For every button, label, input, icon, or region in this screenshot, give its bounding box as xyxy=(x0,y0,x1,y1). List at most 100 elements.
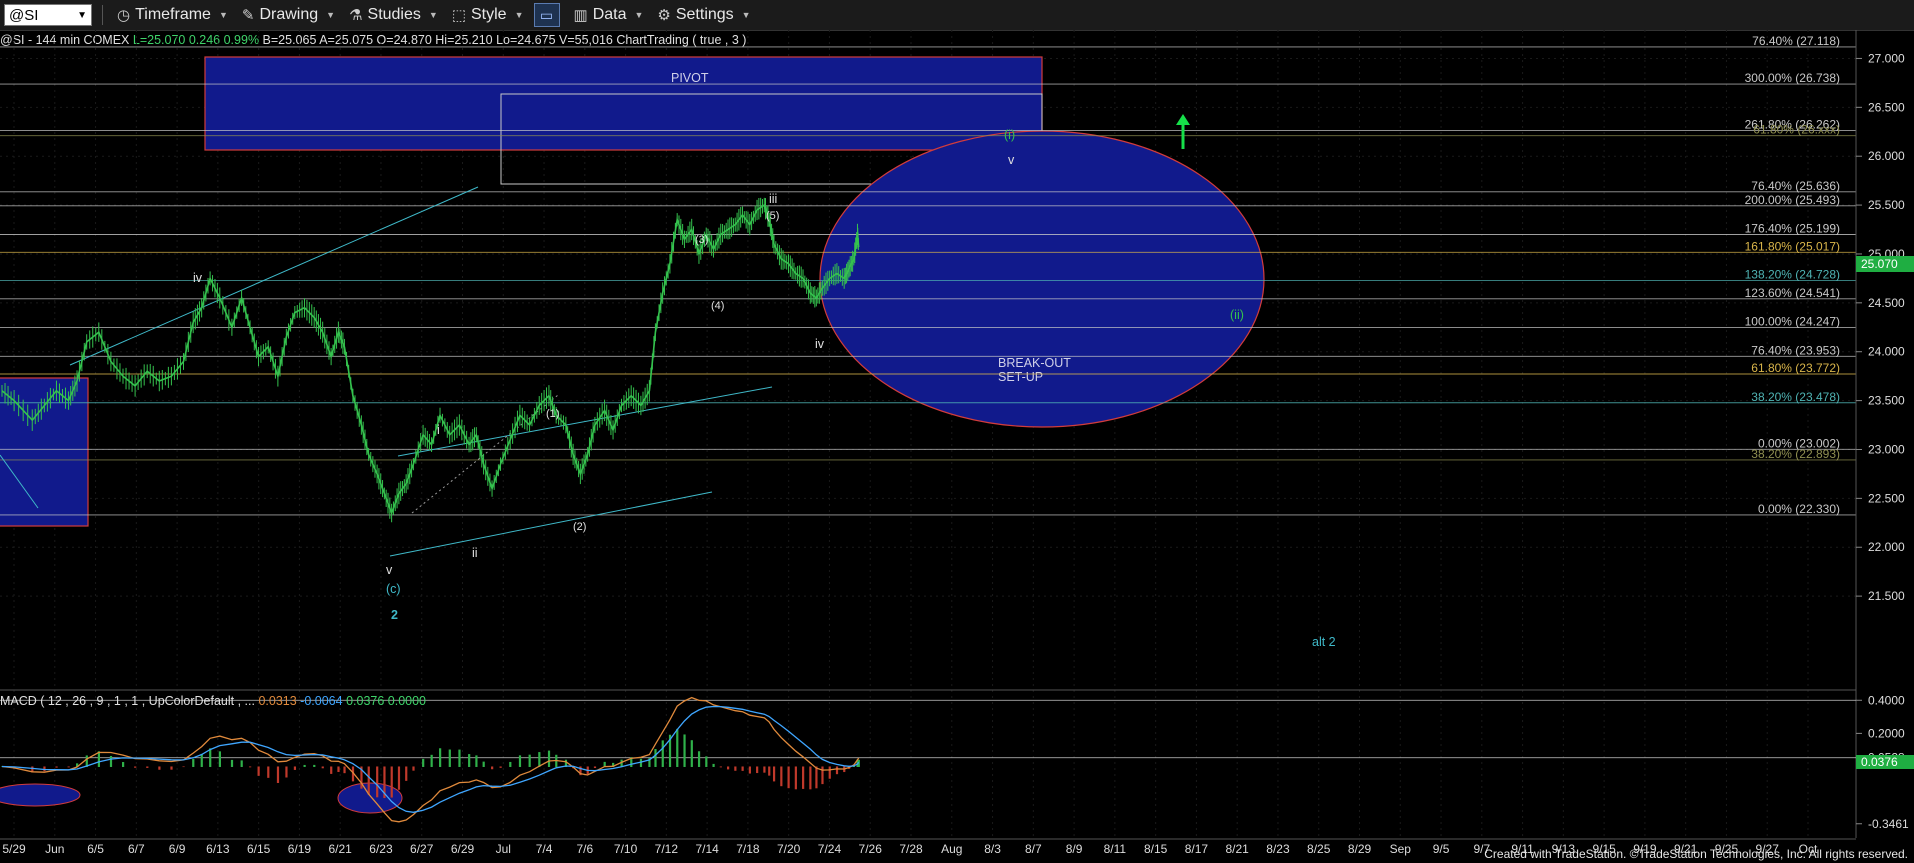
bar-chart-icon: ▥ xyxy=(573,7,588,24)
x-tick-label: Jul xyxy=(496,842,511,856)
macd-histogram-bar xyxy=(430,754,433,767)
macd-histogram-bar xyxy=(390,766,393,798)
macd-histogram-bar xyxy=(763,766,766,773)
macd-histogram-bar xyxy=(146,766,149,768)
wave-label: ii xyxy=(472,546,478,560)
channel-lower xyxy=(389,491,713,557)
x-tick-label: 7/10 xyxy=(614,842,638,856)
macd-histogram-bar xyxy=(727,766,730,770)
studies-button[interactable]: ⚗ Studies ▼ xyxy=(349,6,438,24)
x-tick-label: 8/7 xyxy=(1025,842,1042,856)
drawing-button[interactable]: ✎ Drawing ▼ xyxy=(242,6,335,24)
y-tick-label: 22.000 xyxy=(1868,540,1905,554)
x-tick-label: 7/26 xyxy=(859,842,883,856)
macd-params: MACD ( 12 , 26 , 9 , 1 , 1 , UpColorDefa… xyxy=(0,694,255,708)
x-tick-label: Jun xyxy=(45,842,64,856)
macd-histogram-bar xyxy=(230,759,234,767)
macd-histogram-bar xyxy=(267,766,270,778)
layout-icon[interactable]: ▭ xyxy=(533,3,560,27)
macd-histogram-bar xyxy=(821,766,824,785)
x-tick-label: 8/29 xyxy=(1348,842,1372,856)
macd-histogram-bar xyxy=(772,766,776,782)
x-tick-label: 9/5 xyxy=(1433,842,1450,856)
symbol-input[interactable]: @SI ▼ xyxy=(4,4,92,26)
settings-button[interactable]: ⚙ Settings ▼ xyxy=(657,6,750,24)
x-tick-label: 7/18 xyxy=(736,842,760,856)
chevron-down-icon[interactable]: ▼ xyxy=(77,5,87,27)
wave-label: (3) xyxy=(695,234,708,246)
wave-label: v xyxy=(1008,153,1015,167)
macd-histogram-bar xyxy=(475,755,478,767)
chevron-down-icon: ▼ xyxy=(218,10,228,20)
x-tick-label: 6/15 xyxy=(247,842,271,856)
y-tick-label: 27.000 xyxy=(1868,51,1905,65)
x-tick-label: Aug xyxy=(941,842,962,856)
y-tick-label: 26.500 xyxy=(1868,100,1905,114)
macd-histogram-bar xyxy=(802,766,805,789)
fib-label: 138.20% (24.728) xyxy=(1745,268,1840,282)
symbol-text: @SI xyxy=(9,7,39,24)
macd-histogram-bar xyxy=(330,766,333,774)
price-series xyxy=(1,203,860,516)
drawing-label: Drawing xyxy=(259,6,319,23)
macd-histogram-bar xyxy=(697,751,701,767)
macd-histogram-bar xyxy=(412,766,415,771)
chevron-down-icon: ▼ xyxy=(741,10,751,20)
macd-histogram-bar xyxy=(200,753,203,767)
macd-pane xyxy=(0,696,1856,823)
macd-zero: 0.0000 xyxy=(387,694,427,708)
style-label: Style xyxy=(471,6,507,23)
macd-histogram-bar xyxy=(170,766,173,770)
macd-histogram-bar xyxy=(405,766,408,781)
footer-copyright: Created with TradeStation. ©TradeStation… xyxy=(1484,847,1908,861)
macd-histogram-bar xyxy=(249,766,252,768)
macd-histogram-bar xyxy=(491,766,494,770)
macd-histogram-bar xyxy=(376,766,379,798)
style-icon: ⬚ xyxy=(451,7,466,24)
data-button[interactable]: ▥ Data ▼ xyxy=(574,6,644,24)
y-tick-label: 24.500 xyxy=(1868,296,1905,310)
x-tick-label: 6/9 xyxy=(169,842,186,856)
wave-label: 2 xyxy=(391,608,398,622)
macd-histogram-bar xyxy=(343,766,346,774)
fib-label: 61.80% (23.772) xyxy=(1751,361,1840,375)
x-tick-label: 8/9 xyxy=(1066,842,1083,856)
x-tick-label: 6/27 xyxy=(410,842,434,856)
macd-histogram-bar xyxy=(547,750,551,767)
x-tick-label: 7/14 xyxy=(695,842,719,856)
wave-label: (1) xyxy=(546,408,559,420)
macd-histogram-bar xyxy=(741,766,744,771)
fib-label: 0.00% (22.330) xyxy=(1758,502,1840,516)
macd-histogram-bar xyxy=(683,734,686,767)
pencil-icon: ✎ xyxy=(241,7,255,24)
fib-label: 76.40% (27.118) xyxy=(1752,34,1840,48)
x-tick-label: 8/25 xyxy=(1307,842,1331,856)
y-tick-label: 23.500 xyxy=(1868,394,1905,408)
macd-histogram-bar xyxy=(285,766,288,778)
chart-grid xyxy=(0,30,1856,838)
fib-label: 76.40% (25.636) xyxy=(1751,179,1840,193)
y-tick-label: 22.500 xyxy=(1868,491,1905,505)
macd-histogram-bar xyxy=(719,766,722,768)
macd-histogram-bar xyxy=(182,766,185,768)
wave-label: iii xyxy=(769,192,777,206)
toolbar: @SI ▼ ◷ Timeframe ▼ ✎ Drawing ▼ ⚗ Studie… xyxy=(0,0,1914,31)
macd-histogram-bar xyxy=(835,766,839,775)
macd-signal-line xyxy=(1,705,860,813)
macd-histogram-bar xyxy=(134,766,137,768)
fib-label: 61.80% (26.xxx) xyxy=(1753,123,1840,137)
style-button[interactable]: ⬚ Style ▼ xyxy=(452,6,524,24)
x-tick-label: 6/29 xyxy=(451,842,475,856)
price-chart[interactable]: PIVOT BREAK-OUT SET-UP 76.40% (27.118) 30… xyxy=(0,30,1914,860)
x-tick-label: 5/29 xyxy=(2,842,26,856)
macd-histogram-bar xyxy=(313,764,316,767)
macd-tick-label: 0.4000 xyxy=(1868,693,1905,707)
macd-histogram-bar xyxy=(303,764,306,767)
macd-info-line: MACD ( 12 , 26 , 9 , 1 , 1 , UpColorDefa… xyxy=(0,694,426,708)
timeframe-button[interactable]: ◷ Timeframe ▼ xyxy=(117,6,228,24)
macd-histogram-bar xyxy=(337,766,340,772)
x-tick-label: 8/3 xyxy=(984,842,1001,856)
wave-label: v xyxy=(386,563,393,577)
timeframe-label: Timeframe xyxy=(135,6,211,23)
toolbar-divider xyxy=(102,5,103,25)
